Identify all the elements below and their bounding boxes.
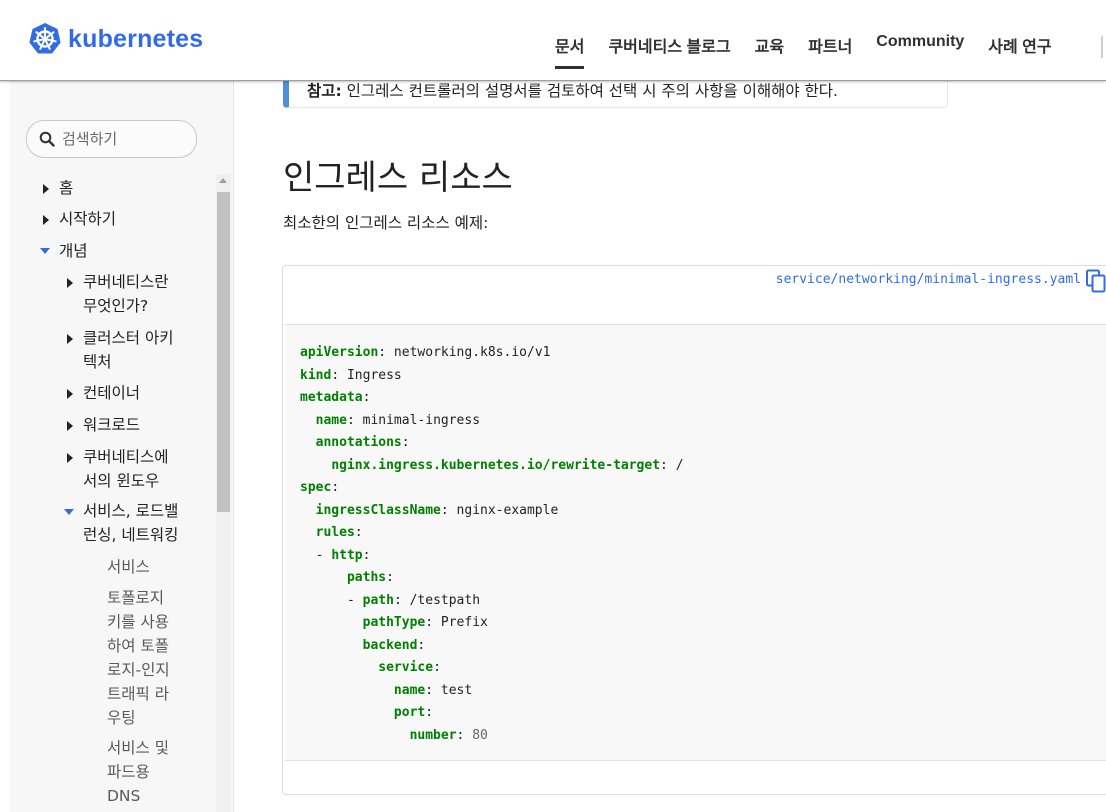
- section-heading: 인그레스 리소스: [283, 158, 513, 198]
- sidebar-item-overview[interactable]: 쿠버네티스란 무엇인가?: [83, 270, 169, 318]
- sidebar-item-label: 무엇인가?: [83, 297, 149, 315]
- caret-right-icon[interactable]: [67, 389, 73, 399]
- code-key: name: [315, 412, 347, 428]
- caret-down-icon[interactable]: [64, 509, 74, 515]
- note-label: 참고:: [307, 82, 342, 100]
- code-value: minimal-ingress: [354, 412, 481, 428]
- caret-right-icon[interactable]: [67, 278, 73, 288]
- sidebar-item-windows[interactable]: 쿠버네티스에 서의 윈도우: [83, 445, 169, 493]
- code-value: Prefix: [433, 615, 488, 630]
- sidebar-item-label: 쿠버네티스에: [83, 448, 169, 466]
- kubernetes-helm-wheel-icon: [29, 23, 61, 54]
- main-nav: 문서 쿠버네티스 블로그 교육 파트너 Community 사례 연구: [555, 33, 1076, 69]
- code-key: paths: [346, 570, 387, 585]
- code-key: ingressClassName: [315, 502, 441, 518]
- sidebar-item-service[interactable]: 서비스: [107, 555, 150, 579]
- nav-training[interactable]: 교육: [755, 33, 784, 69]
- sidebar-item-label: 텍처: [83, 353, 112, 371]
- nav-case-studies[interactable]: 사례 연구: [988, 33, 1051, 69]
- sidebar-item-label: 서비스, 로드밸: [83, 502, 179, 520]
- sidebar-item-label: 서비스 및: [107, 739, 169, 757]
- code-value: /testpath: [401, 592, 481, 608]
- sidebar-item-label: 쿠버네티스란: [83, 273, 169, 291]
- code-value: test: [433, 682, 473, 698]
- code-key: nginx.ingress.kubernetes.io/rewrite-targ…: [331, 457, 661, 473]
- sidebar-item-label: 트래픽 라: [107, 685, 169, 703]
- caret-right-icon[interactable]: [67, 453, 73, 463]
- docs-sidebar: 홈 시작하기 개념 쿠버네티스란 무엇인가? 클러스터 아키 텍처 컨테이너 워…: [10, 81, 234, 812]
- nav-blog[interactable]: 쿠버네티스 블로그: [608, 33, 730, 69]
- intro-text: 최소한의 인그레스 리소스 예제:: [283, 214, 489, 232]
- code-key: pathType: [362, 615, 426, 630]
- sidebar-item-label: 키를 사용: [107, 613, 169, 631]
- caret-right-icon[interactable]: [67, 421, 73, 431]
- search-input[interactable]: [60, 129, 194, 149]
- code-key: port: [393, 705, 426, 720]
- code-key: http: [331, 547, 363, 563]
- code-key: name: [393, 682, 426, 698]
- sidebar-item-label: 우팅: [107, 709, 136, 727]
- sidebar-item-workloads[interactable]: 워크로드: [83, 413, 140, 437]
- sidebar-item-home[interactable]: 홈: [59, 176, 73, 200]
- code-block: service/networking/minimal-ingress.yaml …: [282, 265, 1106, 795]
- copy-icon[interactable]: [1085, 269, 1106, 293]
- nav-community[interactable]: Community: [876, 33, 964, 69]
- code-key: kind: [300, 367, 332, 383]
- sidebar-item-label: 런싱, 네트워킹: [83, 526, 179, 544]
- note-text: 참고: 인그레스 컨트롤러의 설명서를 검토하여 선택 시 주의 사항을 이해해…: [307, 79, 838, 101]
- note-body: 인그레스 컨트롤러의 설명서를 검토하여 선택 시 주의 사항을 이해해야 한다…: [346, 82, 838, 100]
- sidebar-item-topology-routing[interactable]: 토폴로지 키를 사용 하여 토폴 로지-인지 트래픽 라 우팅: [107, 586, 170, 730]
- sidebar-item-label: 로지-인지: [107, 661, 170, 679]
- sidebar-item-label: 서의 윈도우: [83, 472, 160, 490]
- code-key: metadata: [300, 390, 363, 405]
- code-key: rules: [315, 525, 355, 540]
- sidebar-item-label: 파드용: [107, 763, 150, 781]
- code-value: networking.k8s.io/v1: [386, 345, 551, 360]
- top-navbar: kubernetes 문서 쿠버네티스 블로그 교육 파트너 Community…: [0, 0, 1106, 81]
- code-key: backend: [362, 637, 418, 653]
- scroll-up-arrow-icon[interactable]: [219, 178, 227, 183]
- sidebar-item-label: 토폴로지: [107, 589, 165, 607]
- search-box[interactable]: [26, 120, 197, 158]
- sidebar-item-dns[interactable]: 서비스 및 파드용 DNS: [107, 736, 169, 808]
- code-number: 80: [472, 727, 488, 743]
- code-area: apiVersion: networking.k8s.io/v1 kind: I…: [285, 324, 1106, 761]
- caret-right-icon[interactable]: [67, 334, 73, 344]
- code-key: apiVersion: [300, 345, 379, 360]
- sidebar-item-getting-started[interactable]: 시작하기: [59, 207, 116, 231]
- sidebar-item-label: DNS: [107, 787, 141, 805]
- nav-docs[interactable]: 문서: [555, 33, 585, 69]
- code-key: number: [409, 727, 457, 743]
- caret-right-icon[interactable]: [43, 215, 49, 225]
- code-key: path: [362, 592, 394, 608]
- scrollbar-thumb[interactable]: [217, 192, 230, 512]
- yaml-code: apiVersion: networking.k8s.io/v1 kind: I…: [300, 345, 684, 743]
- sidebar-scrollbar[interactable]: [216, 174, 231, 812]
- sidebar-item-label: 하여 토폴: [107, 637, 169, 655]
- code-value: /: [667, 457, 684, 473]
- code-key: spec: [300, 480, 332, 495]
- sidebar-item-architecture[interactable]: 클러스터 아키 텍처: [83, 326, 174, 374]
- caret-down-icon[interactable]: [40, 248, 50, 254]
- logo-text: kubernetes: [68, 24, 204, 53]
- code-key: annotations: [315, 435, 402, 450]
- sidebar-item-services-networking[interactable]: 서비스, 로드밸 런싱, 네트워킹: [83, 499, 178, 547]
- caret-right-icon[interactable]: [43, 184, 49, 194]
- nav-overflow-edge: [1101, 36, 1103, 58]
- nav-tree: 홈 시작하기 개념 쿠버네티스란 무엇인가? 클러스터 아키 텍처 컨테이너 워…: [10, 172, 215, 812]
- code-value: nginx-example: [448, 502, 559, 518]
- sidebar-item-concepts[interactable]: 개념: [59, 239, 88, 263]
- home-logo-link[interactable]: kubernetes: [28, 22, 203, 56]
- nav-partners[interactable]: 파트너: [808, 33, 852, 69]
- code-file-link[interactable]: service/networking/minimal-ingress.yaml: [776, 272, 1081, 287]
- sidebar-item-containers[interactable]: 컨테이너: [83, 381, 140, 405]
- code-value: Ingress: [339, 367, 402, 383]
- sidebar-item-label: 클러스터 아키: [83, 329, 174, 347]
- search-icon: [39, 131, 55, 147]
- code-key: service: [378, 660, 434, 675]
